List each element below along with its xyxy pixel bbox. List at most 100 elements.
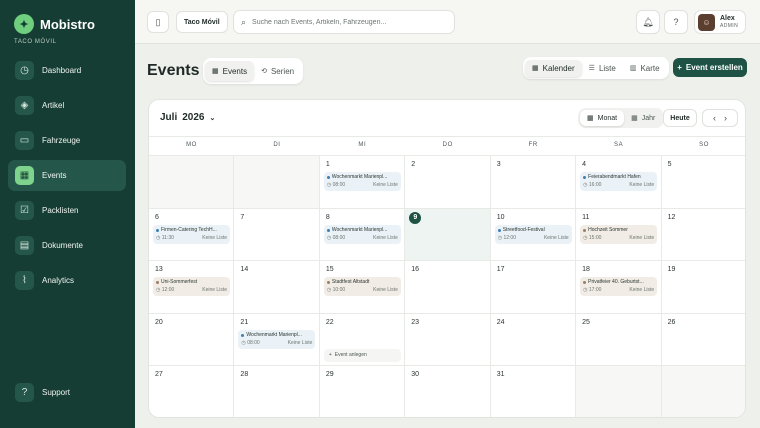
event-time: 15:00 — [588, 234, 602, 241]
calendar-day[interactable]: 11 Hochzeit Sommer ◷ 15:00 Keine Liste — [576, 208, 662, 262]
calendar-day[interactable]: 13 Uni-Sommerfest ◷ 12:00 Keine Liste — [149, 261, 235, 314]
brand[interactable]: ✦ Mobistro — [14, 14, 95, 34]
tab-label: Serien — [270, 66, 295, 76]
event-title: Stadtfest Altstadt — [331, 279, 370, 286]
create-event-button[interactable]: + Event erstellen — [673, 58, 747, 77]
brand-name: Mobistro — [40, 16, 95, 32]
search-input[interactable] — [252, 18, 443, 26]
calendar-day[interactable]: 14 — [234, 261, 320, 314]
sidebar-item-dokumente[interactable]: ▤ Dokumente — [8, 230, 126, 261]
event-card[interactable]: Stadtfest Altstadt ◷ 10:00 Keine Liste — [323, 277, 401, 297]
weekday-label: SO — [699, 142, 710, 148]
event-card[interactable]: Wochenmarkt Marienpl... ◷ 08:00 Keine List… — [323, 224, 401, 244]
range-jahr[interactable]: ▦ Jahr — [624, 110, 662, 126]
event-card[interactable]: Uni-Sommerfest ◷ 12:00 Keine Liste — [153, 277, 230, 297]
day-number: 2 — [411, 161, 416, 168]
add-event-label: Event anlegen — [334, 352, 367, 359]
day-number: 18 — [582, 266, 590, 274]
sidebar-item-label: Dashboard — [42, 66, 82, 75]
event-packlist: Keine Liste — [629, 182, 655, 188]
event-card[interactable]: Firmen-Catering TechH... ◷ 11:30 Keine Lis… — [153, 224, 230, 244]
event-packlist: Keine Liste — [543, 234, 569, 241]
sidebar-item-dashboard[interactable]: ◷ Dashboard — [8, 55, 126, 86]
calendar-day[interactable]: 6 Firmen-Catering TechH... ◷ 11:30 Keine Li… — [149, 208, 235, 262]
calendar-day[interactable]: 15 Stadtfest Altstadt ◷ 10:00 Keine Liste — [319, 261, 406, 314]
event-time: 17:00 — [588, 287, 602, 294]
event-card[interactable]: Wochenmarkt Marienpl... ◷ 08:00 Keine List… — [238, 329, 316, 349]
view-karte[interactable]: ▥ Karte — [623, 60, 667, 77]
calendar-header: Juli 2026 ⌄ ▦ Monat ▦ Jahr Heute ‹ › — [149, 100, 745, 137]
calendar-day[interactable]: 10 Streetfood-Festival ◷ 12:00 Keine Liste — [490, 208, 577, 262]
event-dot — [326, 228, 330, 232]
tag-icon: ◈ — [15, 96, 34, 115]
range-monat[interactable]: ▦ Monat — [580, 110, 625, 126]
search-bar[interactable]: ⌕ — [233, 10, 455, 34]
day-number: 20 — [155, 318, 163, 326]
clock-icon: ◷ — [583, 234, 588, 241]
calendar-day[interactable]: 23 — [405, 313, 491, 367]
calendar-day[interactable]: 20 — [149, 313, 235, 367]
user-menu[interactable]: ☺ Alex ADMIN — [694, 10, 746, 34]
calendar-day[interactable]: 30 — [405, 366, 491, 417]
calendar-day[interactable]: 7 — [234, 208, 320, 262]
calendar-day-empty — [234, 156, 320, 209]
sidebar-toggle-icon: ▯ — [155, 16, 161, 27]
calendar-day[interactable]: 19 — [661, 261, 745, 314]
calendar-day[interactable]: 18 Privatfeier 40. Geburtst... ◷ 17:00 Kein… — [576, 261, 662, 314]
calendar-day[interactable]: 9 — [405, 208, 491, 262]
add-event-button[interactable]: + Event anlegen — [323, 348, 401, 362]
sidebar-item-label: Artikel — [42, 101, 65, 110]
calendar-day[interactable]: 24 — [490, 313, 577, 367]
calendar-day[interactable]: 31 — [491, 366, 577, 417]
today-button[interactable]: Heute — [663, 109, 697, 127]
organization-switcher[interactable]: Taco Móvil — [176, 11, 228, 33]
day-number: 5 — [667, 161, 672, 168]
event-card[interactable]: Privatfeier 40. Geburtst... ◷ 17:00 Keine … — [580, 277, 658, 297]
calendar-day[interactable]: 25 — [576, 313, 662, 367]
event-card[interactable]: Streetfood-Festival ◷ 12:00 Keine Liste — [494, 224, 572, 244]
calendar-day[interactable]: 8 Wochenmarkt Marienpl... ◷ 08:00 Keine Lis… — [319, 208, 406, 262]
calendar-day[interactable]: 1 Wochenmarkt Marienpl... ◷ 08:00 Keine Lis… — [319, 156, 406, 209]
calendar: Juli 2026 ⌄ ▦ Monat ▦ Jahr Heute ‹ › MO D… — [148, 99, 746, 418]
chevron-right-icon[interactable]: › — [724, 113, 727, 123]
calendar-day[interactable]: 28 — [234, 366, 320, 417]
calendar-day[interactable]: 3 — [490, 156, 577, 209]
calendar-day[interactable]: 16 — [405, 261, 491, 314]
clock-icon: ◷ — [583, 182, 588, 188]
sidebar-item-events[interactable]: ▦ Events — [8, 160, 126, 191]
calendar-day[interactable]: 4 Feierabendmarkt Hafen ◷ 16:00 Keine Liste — [576, 156, 662, 209]
tab-serien[interactable]: ⟲ Serien — [254, 61, 301, 81]
calendar-icon: ▦ — [532, 65, 539, 72]
sidebar-toggle-button[interactable]: ▯ — [147, 11, 169, 33]
sidebar-item-support[interactable]: ? Support — [15, 377, 70, 408]
day-number: 13 — [155, 266, 163, 274]
tab-events[interactable]: ▦ Events — [205, 61, 255, 81]
event-time: 12:00 — [503, 234, 516, 241]
sidebar-item-artikel[interactable]: ◈ Artikel — [8, 90, 126, 121]
view-liste[interactable]: ☰ Liste — [582, 60, 623, 77]
weekday-label: MO — [186, 142, 197, 148]
notifications-button[interactable]: 🔔︎ — [636, 10, 660, 34]
sidebar-item-fahrzeuge[interactable]: ▭ Fahrzeuge — [8, 125, 126, 156]
event-time: 16:00 — [588, 182, 602, 188]
calendar-day[interactable]: 26 — [661, 314, 745, 367]
view-kalender[interactable]: ▦ Kalender — [525, 59, 582, 77]
calendar-day[interactable]: 2 — [405, 156, 491, 209]
calendar-day[interactable]: 27 — [149, 366, 235, 417]
event-title: Privatfeier 40. Geburtst... — [588, 279, 644, 286]
calendar-day[interactable]: 5 — [661, 156, 745, 209]
chevron-left-icon[interactable]: ‹ — [713, 113, 716, 123]
calendar-day[interactable]: 12 — [661, 209, 745, 262]
event-card[interactable]: Hochzeit Sommer ◷ 15:00 Keine Liste — [580, 224, 658, 244]
clock-icon: ◷ — [241, 339, 246, 346]
calendar-day[interactable]: 29 — [320, 366, 406, 417]
sidebar-item-packlisten[interactable]: ☑ Packlisten — [8, 195, 126, 226]
sidebar-item-analytics[interactable]: ⌇ Analytics — [8, 265, 126, 296]
event-card[interactable]: Wochenmarkt Marienpl... ◷ 08:00 Keine List… — [323, 172, 401, 191]
calendar-day[interactable]: 22 + Event anlegen — [319, 313, 406, 367]
calendar-day[interactable]: 17 — [490, 261, 577, 314]
event-card[interactable]: Feierabendmarkt Hafen ◷ 16:00 Keine Liste — [580, 172, 658, 191]
month-picker[interactable]: Juli 2026 ⌄ — [160, 112, 215, 123]
calendar-day[interactable]: 21 Wochenmarkt Marienpl... ◷ 08:00 Keine Li… — [234, 313, 320, 367]
help-button[interactable]: ? — [664, 10, 688, 34]
